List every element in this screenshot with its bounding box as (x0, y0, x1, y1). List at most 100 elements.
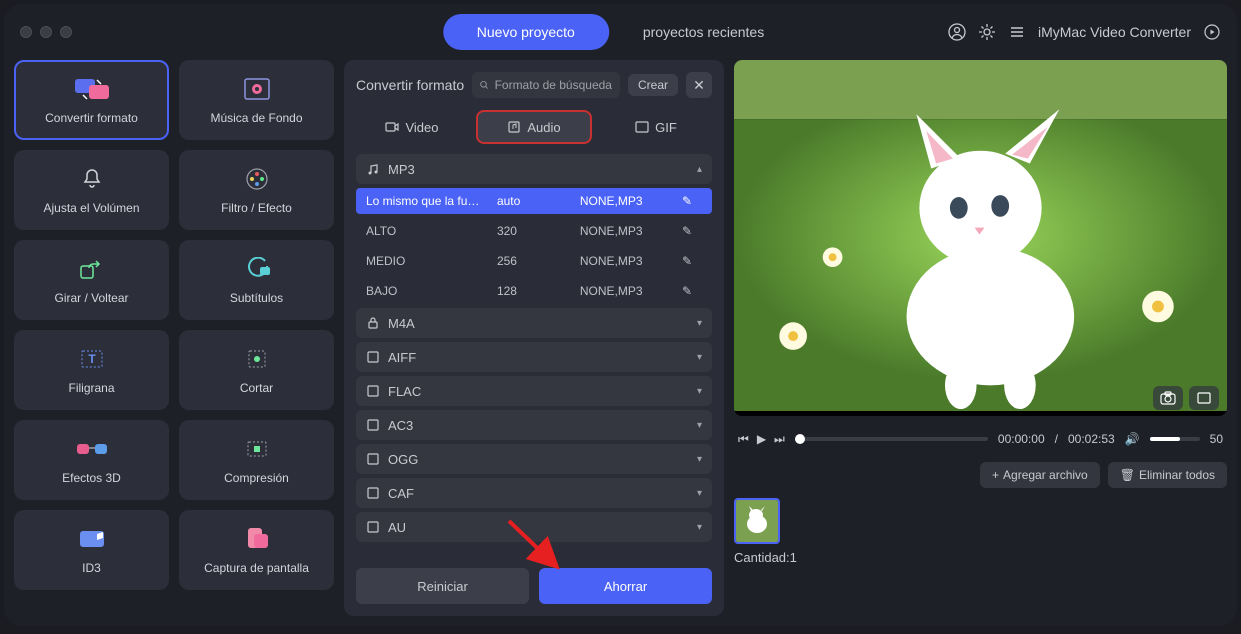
type-tab-video[interactable]: Video (356, 110, 468, 144)
chevron-down-icon: ▾ (697, 352, 702, 363)
video-preview[interactable] (734, 60, 1227, 416)
chevron-down-icon: ▾ (697, 454, 702, 465)
trash-icon: 🗑 (1120, 468, 1135, 482)
audio-file-icon (366, 452, 380, 466)
watermark-icon: T (78, 345, 106, 373)
reset-button[interactable]: Reiniciar (356, 568, 529, 604)
compress-icon (243, 435, 271, 463)
tool-id3[interactable]: ID3 (14, 510, 169, 590)
tool-watermark[interactable]: T Filigrana (14, 330, 169, 410)
tool-filter-effect[interactable]: Filtro / Efecto (179, 150, 334, 230)
volume-icon[interactable]: 🔊 (1125, 432, 1140, 446)
format-aiff-header[interactable]: AIFF▾ (356, 342, 712, 372)
search-icon (480, 79, 488, 91)
screenshot-icon (244, 525, 270, 553)
tile-label: Filtro / Efecto (221, 201, 292, 215)
tool-trim[interactable]: Cortar (179, 330, 334, 410)
chevron-up-icon: ▴ (697, 164, 702, 175)
format-caf-header[interactable]: CAF▾ (356, 478, 712, 508)
format-search[interactable]: Formato de búsqueda (472, 72, 620, 98)
svg-text:T: T (88, 352, 96, 366)
audio-file-icon (366, 520, 380, 534)
crop-icon (243, 345, 271, 373)
window-controls[interactable] (20, 26, 72, 38)
preset-row-bajo[interactable]: BAJO 128 NONE,MP3 ✎ (356, 278, 712, 304)
edit-preset-icon[interactable]: ✎ (682, 194, 702, 208)
create-button[interactable]: Crear (628, 74, 678, 96)
play-button[interactable]: ▶ (757, 432, 766, 447)
tool-adjust-volume[interactable]: Ajusta el Volúmen (14, 150, 169, 230)
preset-row-alto[interactable]: ALTO 320 NONE,MP3 ✎ (356, 218, 712, 244)
queue-thumbnail[interactable] (734, 498, 780, 544)
tool-subtitles[interactable]: Subtítulos (179, 240, 334, 320)
volume-slider[interactable] (1150, 437, 1200, 441)
tool-background-music[interactable]: Música de Fondo (179, 60, 334, 140)
format-mp3-header[interactable]: MP3 ▴ (356, 154, 712, 184)
gif-icon (635, 120, 649, 134)
chevron-down-icon: ▾ (697, 386, 702, 397)
tile-label: Convertir formato (45, 111, 138, 125)
tab-new-project[interactable]: Nuevo proyecto (443, 14, 609, 50)
prev-button[interactable]: ⏮ (738, 432, 749, 447)
tool-screenshot[interactable]: Captura de pantalla (179, 510, 334, 590)
type-tab-audio[interactable]: Audio (476, 110, 592, 144)
tile-label: ID3 (82, 561, 101, 575)
chevron-down-icon: ▾ (697, 488, 702, 499)
snapshot-button[interactable] (1153, 386, 1183, 410)
edit-preset-icon[interactable]: ✎ (682, 224, 702, 238)
close-panel-button[interactable]: ✕ (686, 72, 712, 98)
format-m4a-header[interactable]: M4A▾ (356, 308, 712, 338)
tool-compression[interactable]: Compresión (179, 420, 334, 500)
tile-label: Compresión (224, 471, 289, 485)
format-ogg-header[interactable]: OGG▾ (356, 444, 712, 474)
seek-bar[interactable] (795, 437, 988, 441)
palette-icon (244, 165, 270, 193)
tile-label: Filigrana (68, 381, 114, 395)
audio-icon (507, 120, 521, 134)
add-file-button[interactable]: +Agregar archivo (980, 462, 1100, 488)
fullscreen-button[interactable] (1189, 386, 1219, 410)
tool-convert-format[interactable]: Convertir formato (14, 60, 169, 140)
subtitle-icon (242, 255, 272, 283)
glasses-3d-icon (75, 435, 109, 463)
tool-3d-effects[interactable]: Efectos 3D (14, 420, 169, 500)
tile-label: Cortar (240, 381, 273, 395)
preset-row-medio[interactable]: MEDIO 256 NONE,MP3 ✎ (356, 248, 712, 274)
menu-icon[interactable] (1008, 23, 1026, 41)
next-button[interactable]: ⏭ (774, 432, 785, 447)
tile-label: Ajusta el Volúmen (43, 201, 139, 215)
panel-title: Convertir formato (356, 77, 464, 93)
lock-icon (366, 316, 380, 330)
edit-preset-icon[interactable]: ✎ (682, 254, 702, 268)
tile-label: Girar / Voltear (54, 291, 128, 305)
type-tab-gif[interactable]: GIF (600, 110, 712, 144)
play-circle-icon[interactable] (1203, 23, 1221, 41)
volume-value: 50 (1210, 432, 1223, 446)
id3-icon (77, 525, 107, 553)
tile-label: Efectos 3D (62, 471, 121, 485)
queue-count: Cantidad:1 (734, 550, 797, 565)
bell-icon (80, 165, 104, 193)
format-ac3-header[interactable]: AC3▾ (356, 410, 712, 440)
chevron-down-icon: ▾ (697, 318, 702, 329)
user-icon[interactable] (948, 23, 966, 41)
tile-label: Música de Fondo (210, 111, 302, 125)
save-button[interactable]: Ahorrar (539, 568, 712, 604)
tab-recent-projects[interactable]: proyectos recientes (609, 14, 798, 50)
remove-all-button[interactable]: 🗑Eliminar todos (1108, 462, 1227, 488)
settings-icon[interactable] (978, 23, 996, 41)
tile-label: Subtítulos (230, 291, 283, 305)
format-au-header[interactable]: AU▾ (356, 512, 712, 542)
audio-file-icon (366, 418, 380, 432)
tile-label: Captura de pantalla (204, 561, 309, 575)
format-flac-header[interactable]: FLAC▾ (356, 376, 712, 406)
preset-row-same[interactable]: Lo mismo que la fu… auto NONE,MP3 ✎ (356, 188, 712, 214)
convert-icon (73, 75, 111, 103)
chevron-down-icon: ▾ (697, 420, 702, 431)
edit-preset-icon[interactable]: ✎ (682, 284, 702, 298)
tool-rotate-flip[interactable]: Girar / Voltear (14, 240, 169, 320)
search-placeholder: Formato de búsqueda (495, 78, 612, 92)
time-total: 00:02:53 (1068, 432, 1115, 446)
rotate-icon (78, 255, 106, 283)
music-note-icon (366, 162, 380, 176)
